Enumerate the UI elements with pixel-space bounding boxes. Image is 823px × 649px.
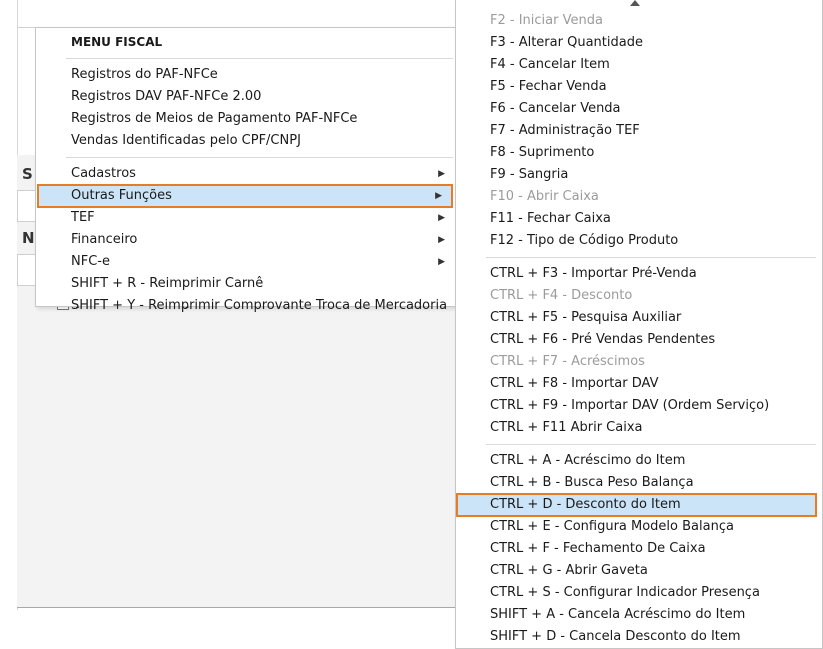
menu-item-label: Registros do PAF-NFCe: [71, 67, 218, 82]
menu-item-ctrl-f7-acrescimos[interactable]: CTRL + F7 - Acréscimos: [456, 351, 822, 373]
menu-item-ctrl-a-acrescimo-do-item[interactable]: CTRL + A - Acréscimo do Item: [456, 450, 822, 472]
menu-item-ctrl-f4-desconto[interactable]: CTRL + F4 - Desconto: [456, 285, 822, 307]
menu-item-f9-sangria[interactable]: F9 - Sangria: [456, 164, 822, 186]
menu-item-label: CTRL + A - Acréscimo do Item: [490, 453, 686, 468]
menu-item-label: CTRL + F6 - Pré Vendas Pendentes: [490, 332, 716, 347]
menu-item-label: CTRL + F7 - Acréscimos: [490, 354, 645, 369]
menu-item-shift-d-cancela-desconto-do-item[interactable]: SHIFT + D - Cancela Desconto do Item: [456, 626, 822, 648]
menu-item-f6-cancelar-venda[interactable]: F6 - Cancelar Venda: [456, 98, 822, 120]
menu-item-label: F10 - Abrir Caixa: [490, 189, 599, 204]
menu-item-label: Outras Funções: [71, 188, 172, 203]
menu-item-f3-alterar-quantidade[interactable]: F3 - Alterar Quantidade: [456, 32, 822, 54]
menu-item-label: F2 - Iniciar Venda: [490, 13, 603, 28]
menu-item-f8-suprimento[interactable]: F8 - Suprimento: [456, 142, 822, 164]
menu-item-shift-r-reimprimir-carne[interactable]: SHIFT + R - Reimprimir Carnê: [36, 273, 455, 295]
menu-item-ctrl-b-busca-peso-balanca[interactable]: CTRL + B - Busca Peso Balança: [456, 472, 822, 494]
bg-field-label-2: N: [22, 229, 35, 247]
menu-item-label: Financeiro: [71, 232, 138, 247]
menu-item-f7-administracao-tef[interactable]: F7 - Administração TEF: [456, 120, 822, 142]
scroll-up-arrow-icon[interactable]: [630, 0, 640, 6]
menu-item-label: CTRL + D - Desconto do Item: [490, 497, 681, 512]
menu-item-ctrl-f9-importar-dav-ordem-servico[interactable]: CTRL + F9 - Importar DAV (Ordem Serviço): [456, 395, 822, 417]
menu-item-label: SHIFT + R - Reimprimir Carnê: [71, 276, 264, 291]
menu-item-label: CTRL + F11 Abrir Caixa: [490, 420, 643, 435]
menu-item-nfc-e[interactable]: NFC-e ▶: [36, 251, 455, 273]
menu-item-ctrl-e-configura-modelo-balanca[interactable]: CTRL + E - Configura Modelo Balança: [456, 516, 822, 538]
menu-item-tef[interactable]: TEF ▶: [36, 207, 455, 229]
menu-item-label: CTRL + F - Fechamento De Caixa: [490, 541, 706, 556]
menu-item-label: Cadastros: [71, 166, 136, 181]
submenu-arrow-icon: ▶: [438, 169, 445, 179]
menu-item-label: F3 - Alterar Quantidade: [490, 35, 643, 50]
menu-header: MENU FISCAL: [71, 35, 163, 49]
menu-item-outras-funcoes[interactable]: Outras Funções ▶: [37, 184, 453, 208]
menu-item-label: Registros DAV PAF-NFCe 2.00: [71, 89, 262, 104]
menu-item-cadastros[interactable]: Cadastros ▶: [36, 163, 455, 185]
menu-separator: [66, 157, 453, 158]
menu-item-ctrl-g-abrir-gaveta[interactable]: CTRL + G - Abrir Gaveta: [456, 560, 822, 582]
menu-item-label: F5 - Fechar Venda: [490, 79, 607, 94]
menu-item-label: CTRL + B - Busca Peso Balança: [490, 475, 694, 490]
menu-item-ctrl-f8-importar-dav[interactable]: CTRL + F8 - Importar DAV: [456, 373, 822, 395]
menu-item-shift-a-cancela-acrescimo-do-item[interactable]: SHIFT + A - Cancela Acréscimo do Item: [456, 604, 822, 626]
menu-item-registros-do-paf-nfce[interactable]: Registros do PAF-NFCe: [36, 64, 455, 86]
menu-item-label: CTRL + S - Configurar Indicador Presença: [490, 585, 760, 600]
submenu-scroll-up[interactable]: [456, 0, 822, 10]
menu-item-label: Vendas Identificadas pelo CPF/CNPJ: [71, 133, 301, 148]
menu-item-vendas-identificadas-pelo-cpf-cnpj[interactable]: Vendas Identificadas pelo CPF/CNPJ: [36, 130, 455, 152]
menu-item-label: F8 - Suprimento: [490, 145, 595, 160]
menu-item-label: F9 - Sangria: [490, 167, 569, 182]
menu-item-label: TEF: [71, 210, 95, 225]
menu-item-ctrl-f11-abrir-caixa[interactable]: CTRL + F11 Abrir Caixa: [456, 417, 822, 439]
menu-separator: [486, 257, 816, 258]
menu-item-ctrl-f5-pesquisa-auxiliar[interactable]: CTRL + F5 - Pesquisa Auxiliar: [456, 307, 822, 329]
menu-item-f11-fechar-caixa[interactable]: F11 - Fechar Caixa: [456, 208, 822, 230]
menu-item-label: F12 - Tipo de Código Produto: [490, 233, 679, 248]
menu-item-label: CTRL + G - Abrir Gaveta: [490, 563, 648, 578]
menu-item-label: NFC-e: [71, 254, 110, 269]
menu-item-label: CTRL + E - Configura Modelo Balança: [490, 519, 734, 534]
menu-item-label: F6 - Cancelar Venda: [490, 101, 621, 116]
submenu-arrow-icon: ▶: [438, 235, 445, 245]
menu-item-label: CTRL + F3 - Importar Pré-Venda: [490, 266, 697, 281]
menu-item-registros-de-meios-de-pagamento-paf-nfce[interactable]: Registros de Meios de Pagamento PAF-NFCe: [36, 108, 455, 130]
menu-item-label: SHIFT + Y - Reimprimir Comprovante Troca…: [71, 298, 448, 313]
menu-item-label: Registros de Meios de Pagamento PAF-NFCe: [71, 111, 358, 126]
menu-item-label: SHIFT + D - Cancela Desconto do Item: [490, 629, 741, 644]
menu-item-label: CTRL + F4 - Desconto: [490, 288, 633, 303]
menu-item-ctrl-f6-pre-vendas-pendentes[interactable]: CTRL + F6 - Pré Vendas Pendentes: [456, 329, 822, 351]
menu-item-ctrl-d-desconto-do-item[interactable]: CTRL + D - Desconto do Item: [456, 493, 817, 517]
menu-item-label: CTRL + F8 - Importar DAV: [490, 376, 659, 391]
menu-item-shift-y-reimprimir-comprovante-troca-de-mercadoria[interactable]: SHIFT + Y - Reimprimir Comprovante Troca…: [36, 295, 455, 317]
submenu-arrow-icon: ▶: [438, 213, 445, 223]
menu-item-label: F4 - Cancelar Item: [490, 57, 610, 72]
submenu-arrow-icon: ▶: [435, 191, 442, 201]
menu-item-f5-fechar-venda[interactable]: F5 - Fechar Venda: [456, 76, 822, 98]
menu-separator: [66, 58, 453, 59]
submenu-outras-funcoes: F2 - Iniciar Venda F3 - Alterar Quantidad…: [455, 0, 823, 649]
menu-separator: [486, 444, 816, 445]
menu-item-ctrl-f-fechamento-de-caixa[interactable]: CTRL + F - Fechamento De Caixa: [456, 538, 822, 560]
menu-item-label: SHIFT + A - Cancela Acréscimo do Item: [490, 607, 746, 622]
menu-item-f12-tipo-de-codigo-produto[interactable]: F12 - Tipo de Código Produto: [456, 230, 822, 252]
menu-item-financeiro[interactable]: Financeiro ▶: [36, 229, 455, 251]
menu-item-label: F7 - Administração TEF: [490, 123, 640, 138]
menu-item-registros-dav-paf-nfce-2-00[interactable]: Registros DAV PAF-NFCe 2.00: [36, 86, 455, 108]
menu-item-f4-cancelar-item[interactable]: F4 - Cancelar Item: [456, 54, 822, 76]
submenu-arrow-icon: ▶: [438, 257, 445, 267]
menu-item-label: F11 - Fechar Caixa: [490, 211, 611, 226]
menu-item-ctrl-s-configurar-indicador-presenca[interactable]: CTRL + S - Configurar Indicador Presença: [456, 582, 822, 604]
menu-item-ctrl-f3-importar-pre-venda[interactable]: CTRL + F3 - Importar Pré-Venda: [456, 263, 822, 285]
menu-item-label: CTRL + F9 - Importar DAV (Ordem Serviço): [490, 398, 770, 413]
bg-field-label: S: [22, 165, 33, 183]
menu-item-f10-abrir-caixa[interactable]: F10 - Abrir Caixa: [456, 186, 822, 208]
menu-fiscal: MENU FISCAL Registros do PAF-NFCe Registr…: [35, 27, 456, 313]
screen: S N [ SHIFT + N - NF ] MENU FISCAL Regis…: [0, 0, 823, 649]
menu-item-label: CTRL + F5 - Pesquisa Auxiliar: [490, 310, 682, 325]
menu-item-f2-iniciar-venda[interactable]: F2 - Iniciar Venda: [456, 10, 822, 32]
